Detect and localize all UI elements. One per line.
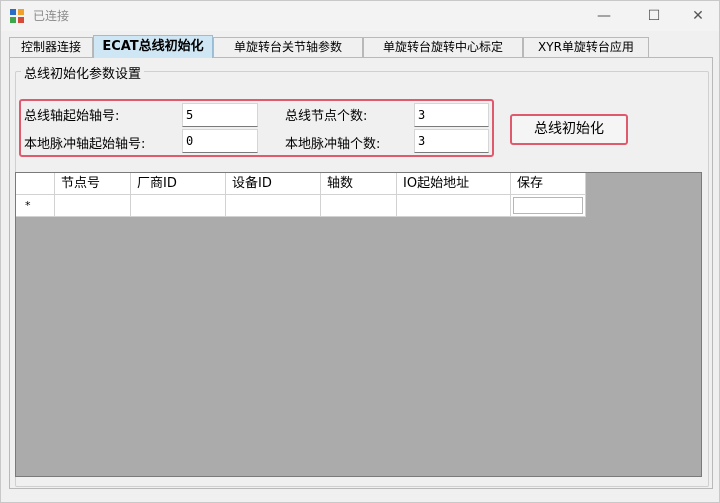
app-window: 已连接 — ☐ ✕ 控制器连接 ECAT总线初始化 单旋转台关节轴参数 单旋转台… — [0, 0, 720, 503]
local-pulse-count-input[interactable]: 3 — [414, 129, 489, 153]
column-header-io-start-address[interactable]: IO起始地址 — [397, 173, 511, 195]
window-title: 已连接 — [33, 9, 70, 23]
close-icon: ✕ — [692, 8, 704, 24]
tab-strip: 控制器连接 ECAT总线初始化 单旋转台关节轴参数 单旋转台旋转中心标定 XYR… — [9, 35, 711, 58]
maximize-icon: ☐ — [647, 8, 661, 24]
close-button[interactable]: ✕ — [675, 1, 720, 31]
maximize-button[interactable]: ☐ — [631, 1, 677, 31]
tab-ecat-bus-init[interactable]: ECAT总线初始化 — [93, 35, 213, 58]
cell-node-no[interactable] — [55, 195, 131, 217]
node-data-grid[interactable]: 节点号 厂商ID 设备ID 轴数 IO起始地址 保存 * — [15, 172, 702, 477]
column-header-device-id[interactable]: 设备ID — [226, 173, 321, 195]
grid-corner-cell[interactable] — [16, 173, 55, 195]
group-title: 总线初始化参数设置 — [21, 63, 145, 82]
cell-io-start-address[interactable] — [397, 195, 511, 217]
tab-xyr-rotary-application[interactable]: XYR单旋转台应用 — [523, 37, 649, 57]
minimize-button[interactable]: — — [581, 1, 627, 31]
local-pulse-count-label: 本地脉冲轴个数: — [285, 137, 381, 152]
cell-axis-count[interactable] — [321, 195, 397, 217]
tab-single-rotary-joint-params[interactable]: 单旋转台关节轴参数 — [213, 37, 363, 57]
column-header-axis-count[interactable]: 轴数 — [321, 173, 397, 195]
grid-new-row: * — [16, 195, 586, 217]
bus-start-axis-input[interactable]: 5 — [182, 103, 258, 127]
local-pulse-start-label: 本地脉冲轴起始轴号: — [24, 137, 146, 152]
app-window-icon — [10, 9, 24, 23]
grid-header-row: 节点号 厂商ID 设备ID 轴数 IO起始地址 保存 — [16, 173, 586, 195]
cell-save[interactable] — [511, 195, 586, 217]
cell-device-id[interactable] — [226, 195, 321, 217]
column-header-vendor-id[interactable]: 厂商ID — [131, 173, 226, 195]
tab-controller-connect[interactable]: 控制器连接 — [9, 37, 93, 57]
column-header-save[interactable]: 保存 — [511, 173, 586, 195]
node-count-label: 总线节点个数: — [285, 109, 368, 124]
bus-init-button[interactable]: 总线初始化 — [510, 114, 628, 145]
minimize-icon: — — [597, 8, 611, 24]
column-header-node-no[interactable]: 节点号 — [55, 173, 131, 195]
bus-start-axis-label: 总线轴起始轴号: — [24, 109, 120, 124]
new-row-marker[interactable]: * — [16, 195, 55, 217]
local-pulse-start-input[interactable]: 0 — [182, 129, 258, 153]
title-bar[interactable]: 已连接 — ☐ ✕ — [1, 1, 719, 31]
save-button[interactable] — [513, 197, 583, 214]
node-count-input[interactable]: 3 — [414, 103, 489, 127]
cell-vendor-id[interactable] — [131, 195, 226, 217]
tab-single-rotary-center-calibration[interactable]: 单旋转台旋转中心标定 — [363, 37, 523, 57]
